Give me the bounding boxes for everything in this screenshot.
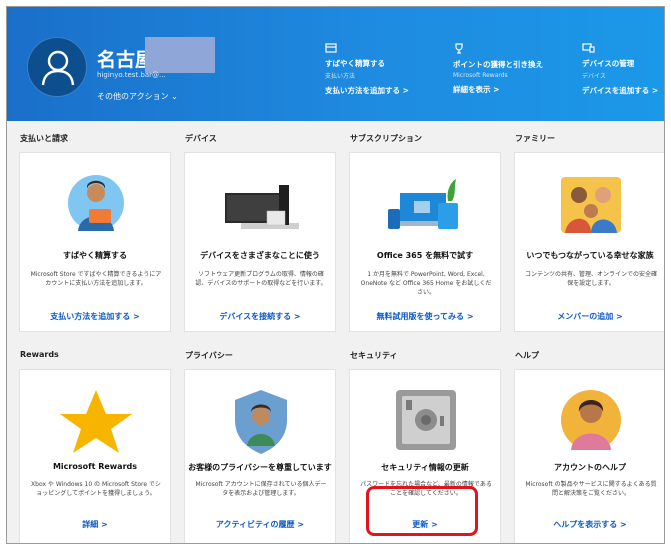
- devices-illustration: [225, 185, 299, 229]
- card-help: アカウントのヘルプ Microsoft の製品やサービスに関するよくある質問と解…: [514, 369, 664, 543]
- view-help-link[interactable]: ヘルプを表示する >: [515, 519, 664, 530]
- add-payment-method-link[interactable]: 支払い方法を追加する >: [20, 311, 170, 322]
- quick-action-pay[interactable]: すばやく精算する 支払い方法 支払い方法を追加する >: [325, 43, 409, 96]
- activity-history-link[interactable]: アクティビティの履歴 >: [185, 519, 335, 530]
- devices-icon: [582, 43, 658, 55]
- help-person-illustration: [561, 390, 621, 450]
- avatar[interactable]: [27, 37, 87, 97]
- card-rewards: Microsoft Rewards Xbox や Windows 10 の Mi…: [19, 369, 171, 543]
- update-link-highlight: [366, 486, 478, 536]
- section-label-privacy: プライバシー: [185, 351, 233, 360]
- safe-icon: [396, 390, 456, 450]
- family-illustration: [561, 177, 621, 233]
- person-with-card-illustration: [68, 175, 124, 231]
- section-label-subscriptions: サブスクリプション: [350, 134, 422, 143]
- quick-action-rewards[interactable]: ポイントの獲得と引き換え Microsoft Rewards 詳細を表示 >: [453, 43, 543, 95]
- section-label-help: ヘルプ: [515, 351, 539, 360]
- trophy-icon: [453, 43, 543, 56]
- connect-device-link[interactable]: デバイスを接続する >: [185, 311, 335, 322]
- account-header: 名古屋 higinyo.test.bar@... その他のアクション ⌄ すばや…: [7, 7, 664, 121]
- rewards-details-link[interactable]: 詳細 >: [20, 519, 170, 530]
- card-devices: デバイスをさまざまなことに使う ソフトウェア更新プログラムの取得、情報の確認、デ…: [184, 152, 336, 332]
- section-label-devices: デバイス: [185, 134, 217, 143]
- quick-action-devices[interactable]: デバイスの管理 デバイス デバイスを追加する >: [582, 43, 658, 96]
- start-free-trial-link[interactable]: 無料試用版を使ってみる >: [350, 311, 500, 322]
- section-label-rewards: Rewards: [20, 350, 59, 359]
- user-email: higinyo.test.bar@...: [97, 71, 166, 79]
- office-devices-illustration: [388, 179, 458, 229]
- section-label-billing: 支払いと請求: [20, 134, 68, 143]
- star-icon: [60, 390, 132, 453]
- card-billing: すばやく精算する Microsoft Store ですばやく精算できるようにアカ…: [19, 152, 171, 332]
- section-label-security: セキュリティ: [350, 351, 398, 360]
- user-icon: [41, 50, 75, 86]
- add-member-link[interactable]: メンバーの追加 >: [515, 311, 664, 322]
- card-family: いつでもつながっている幸せな家族 コンテンツの共有、管理、オンラインでの安全確保…: [514, 152, 664, 332]
- section-label-family: ファミリー: [515, 134, 555, 143]
- redacted-name-block: [145, 37, 215, 73]
- privacy-shield-illustration: [235, 390, 287, 454]
- card-icon: [325, 43, 409, 55]
- account-page: 名古屋 higinyo.test.bar@... その他のアクション ⌄ すばや…: [6, 6, 665, 544]
- card-privacy: お客様のプライバシーを尊重しています Microsoft アカウントに保存されて…: [184, 369, 336, 543]
- card-subscriptions: Office 365 を無料で試す 1 か月を無料で PowerPoint, W…: [349, 152, 501, 332]
- other-actions-link[interactable]: その他のアクション ⌄: [97, 91, 178, 102]
